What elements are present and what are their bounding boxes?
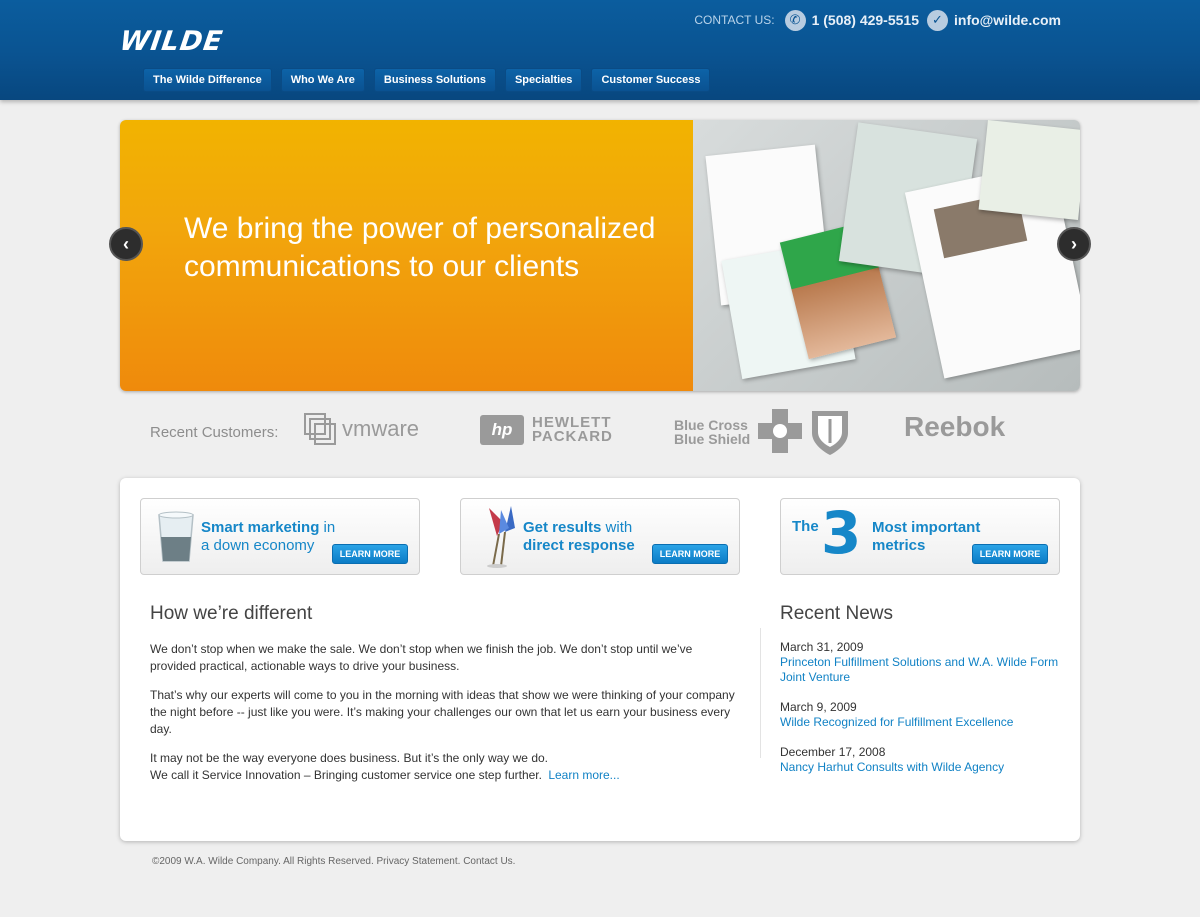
promo-smart-marketing-bold: Smart marketing [201,519,320,536]
bcbs-logo: Blue Cross Blue Shield [674,407,856,457]
contact-bar: CONTACT US: ✆ 1 (508) 429-5515 ✓ info@wi… [694,9,1061,31]
reebok-logo: Reebok [904,411,1006,442]
main-nav: The Wilde Difference Who We Are Business… [143,68,719,92]
wilde-logo[interactable]: WILDE [118,26,225,57]
email-link[interactable]: info@wilde.com [954,12,1061,28]
content-panel: Smart marketing in a down economy LEARN … [120,478,1080,841]
promo-direct-response-line2: direct response [523,537,635,554]
hero-image-collage [693,120,1080,391]
news-date: December 17, 2008 [780,745,886,759]
news-link[interactable]: Wilde Recognized for Fulfillment Excelle… [780,715,1070,730]
promo-three-metrics-line2: metrics [872,537,926,554]
contact-label: CONTACT US: [694,13,775,27]
learn-more-button[interactable]: LEARN MORE [332,544,408,564]
hero-next-button[interactable]: › [1057,227,1091,261]
hp-wordmark-line2: PACKARD [532,428,613,445]
bcbs-wordmark-line2: Blue Shield [674,431,751,447]
bcbs-wordmark-line1: Blue Cross [674,417,748,433]
hero-headline-line2: communications to our clients [184,250,580,283]
promo-direct-response-rest: with [601,519,633,536]
nav-wilde-difference[interactable]: The Wilde Difference [143,68,272,92]
nav-specialties[interactable]: Specialties [504,68,583,92]
promo-direct-response-title: Get results with direct response [523,519,635,555]
recent-customers-label: Recent Customers: [150,424,279,441]
recent-news-heading: Recent News [780,603,893,624]
learn-more-button[interactable]: LEARN MORE [972,544,1048,564]
vmware-wordmark: vmware [342,416,420,441]
bcbs-cross-shield-icon [758,409,849,455]
how-paragraph-1: We don’t stop when we make the sale. We … [150,642,693,673]
promo-three-metrics-title: Most important metrics [872,519,980,555]
news-date: March 31, 2009 [780,640,864,654]
news-date: March 9, 2009 [780,700,857,714]
column-divider [760,628,761,758]
phone-icon: ✆ [784,9,806,31]
learn-more-link[interactable]: Learn more... [548,768,619,782]
promo-smart-marketing-title: Smart marketing in a down economy [201,519,335,555]
how-different-heading: How we’re different [150,603,313,624]
nav-customer-success[interactable]: Customer Success [591,68,711,92]
promo-three-metrics[interactable]: The 3 Most important metrics LEARN MORE [780,498,1060,575]
vmware-logo: vmware [304,413,419,445]
hero-headline-line1: We bring the power of personalized [184,212,656,245]
nav-who-we-are[interactable]: Who We Are [280,68,365,92]
vmware-mark-icon [304,413,336,445]
site-header: WILDE CONTACT US: ✆ 1 (508) 429-5515 ✓ i… [0,0,1200,100]
how-paragraph-2: That’s why our experts will come to you … [150,688,735,736]
hero-prev-button[interactable]: ‹ [109,227,143,261]
news-link[interactable]: Nancy Harhut Consults with Wilde Agency [780,760,1070,775]
promo-smart-marketing-rest: in [319,519,336,536]
darts-icon [487,506,515,568]
footer-text: ©2009 W.A. Wilde Company. All Rights Res… [152,856,516,867]
hp-logo: hp HEWLETT PACKARD [480,415,613,445]
promo-smart-marketing[interactable]: Smart marketing in a down economy LEARN … [140,498,420,575]
how-paragraph-3-line2: We call it Service Innovation – Bringing… [150,768,542,782]
hero-slider: We bring the power of personalized commu… [120,120,1080,391]
promo-direct-response-bold: Get results [523,519,602,536]
hero-headline: We bring the power of personalized commu… [184,210,684,286]
water-glass-icon [158,511,194,562]
promo-three-metrics-line1: Most important [872,519,981,536]
how-paragraph-3: It may not be the way everyone does busi… [150,750,740,784]
news-item: March 31, 2009 Princeton Fulfillment Sol… [780,640,1070,685]
promo-smart-marketing-line2: a down economy [201,537,315,554]
hero-banner: We bring the power of personalized commu… [120,120,706,391]
email-icon: ✓ [927,9,948,31]
promo-three-metrics-number: 3 [821,499,862,567]
phone-number[interactable]: 1 (508) 429-5515 [812,12,919,28]
how-paragraph-3-line1: It may not be the way everyone does busi… [150,751,548,765]
news-item: December 17, 2008 Nancy Harhut Consults … [780,745,1070,775]
nav-business-solutions[interactable]: Business Solutions [373,68,496,92]
promo-direct-response[interactable]: Get results with direct response LEARN M… [460,498,740,575]
promo-three-metrics-pre: The [792,518,819,535]
news-item: March 9, 2009 Wilde Recognized for Fulfi… [780,700,1070,730]
brochure-image [978,120,1080,220]
news-link[interactable]: Princeton Fulfillment Solutions and W.A.… [780,655,1070,685]
hp-mark-icon: hp [480,415,524,445]
recent-customers: Recent Customers: vmware hp HEWLETT PACK… [150,405,1030,460]
learn-more-button[interactable]: LEARN MORE [652,544,728,564]
